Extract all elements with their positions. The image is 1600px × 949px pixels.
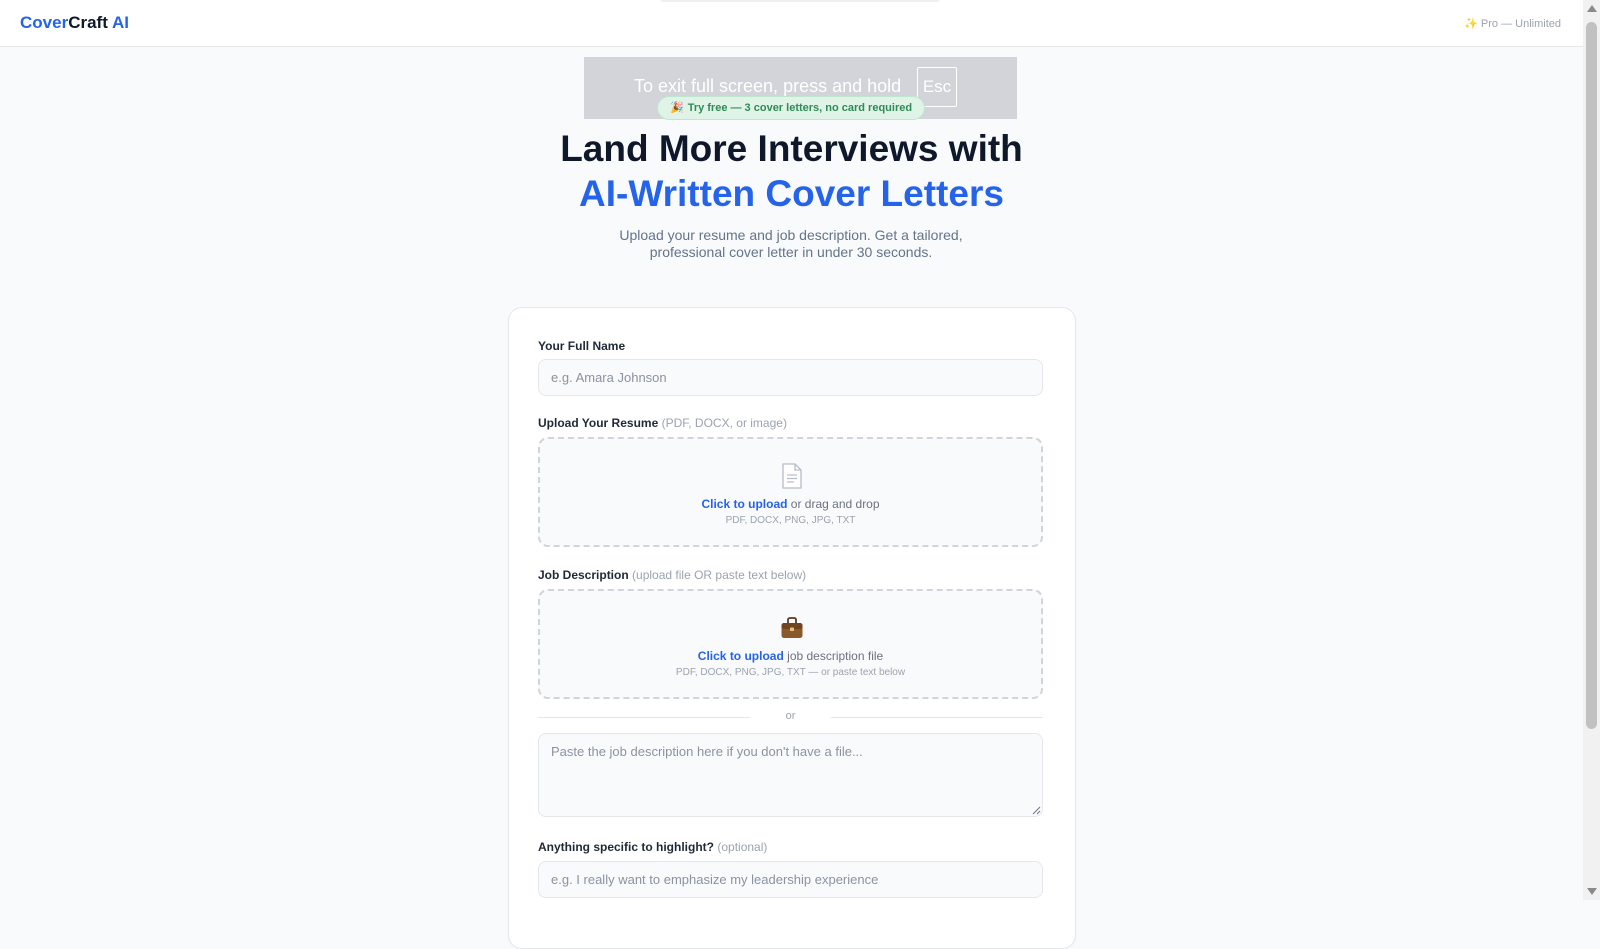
scrollbar-thumb[interactable]: [1586, 22, 1597, 729]
sparkles-icon: ✨: [1464, 18, 1478, 30]
resume-dropzone-instructions: Click to upload or drag and drop: [540, 497, 1041, 511]
logo-part-ai: AI: [107, 13, 129, 32]
resume-upload-hint: (PDF, DOCX, or image): [661, 416, 787, 430]
fullscreen-notice-text: To exit full screen, press and hold: [634, 76, 902, 96]
document-icon: [782, 463, 802, 489]
party-popper-icon: 🎉: [670, 102, 684, 114]
highlight-hint: (optional): [717, 840, 768, 854]
job-click-to-upload-link[interactable]: Click to upload: [698, 649, 784, 663]
plan-badge-label: Pro — Unlimited: [1480, 18, 1561, 30]
resume-upload-label: Upload Your Resume (PDF, DOCX, or image): [538, 416, 787, 430]
job-description-textarea[interactable]: [538, 733, 1043, 817]
resume-accepted-formats: PDF, DOCX, PNG, JPG, TXT: [725, 515, 856, 526]
brand-logo[interactable]: CoverCraft AI: [20, 13, 129, 33]
job-accepted-formats: PDF, DOCX, PNG, JPG, TXT — or paste text…: [675, 667, 906, 678]
scroll-down-icon[interactable]: [1587, 888, 1597, 895]
full-name-input[interactable]: [538, 359, 1043, 396]
full-name-label: Your Full Name: [538, 339, 625, 353]
highlight-label-text: Anything specific to highlight?: [538, 840, 714, 854]
highlight-input[interactable]: [538, 861, 1043, 898]
job-description-label-text: Job Description: [538, 568, 629, 582]
top-navigation-bar: CoverCraft AI ✨ Pro — Unlimited: [0, 0, 1583, 47]
hero-title-line-2: AI-Written Cover Letters: [579, 173, 1004, 214]
vertical-scrollbar[interactable]: [1583, 0, 1600, 900]
hero-title-line-1: Land More Interviews with: [560, 128, 1023, 169]
job-description-label: Job Description (upload file OR paste te…: [538, 568, 806, 582]
free-trial-badge-text: Try free — 3 cover letters, no card requ…: [687, 102, 913, 114]
plan-badge: ✨ Pro — Unlimited: [1464, 17, 1561, 30]
resume-drag-drop-text: or drag and drop: [787, 497, 880, 511]
job-upload-file-text: job description file: [783, 649, 884, 663]
job-description-dropzone[interactable]: Click to upload job description file PDF…: [538, 589, 1043, 699]
free-trial-badge: 🎉 Try free — 3 cover letters, no card req…: [657, 96, 926, 120]
top-bar-shadow: [660, 0, 940, 2]
hero-subtitle: Upload your resume and job description. …: [619, 227, 963, 260]
full-name-label-text: Your Full Name: [538, 339, 626, 353]
briefcase-icon: [781, 617, 803, 638]
logo-part-cover: Cover: [20, 13, 69, 32]
resize-handle-icon[interactable]: [1031, 805, 1041, 815]
resume-upload-label-text: Upload Your Resume: [538, 416, 659, 430]
divider-or-text: or: [785, 710, 796, 722]
or-divider: or: [538, 710, 1043, 724]
scroll-up-icon[interactable]: [1587, 5, 1597, 12]
job-dropzone-instructions: Click to upload job description file: [540, 649, 1041, 663]
logo-part-craft: Craft: [68, 13, 108, 32]
resume-dropzone[interactable]: Click to upload or drag and drop PDF, DO…: [538, 437, 1043, 547]
resume-click-to-upload-link[interactable]: Click to upload: [701, 497, 787, 511]
highlight-label: Anything specific to highlight? (optiona…: [538, 840, 767, 854]
job-description-hint: (upload file OR paste text below): [632, 568, 807, 582]
